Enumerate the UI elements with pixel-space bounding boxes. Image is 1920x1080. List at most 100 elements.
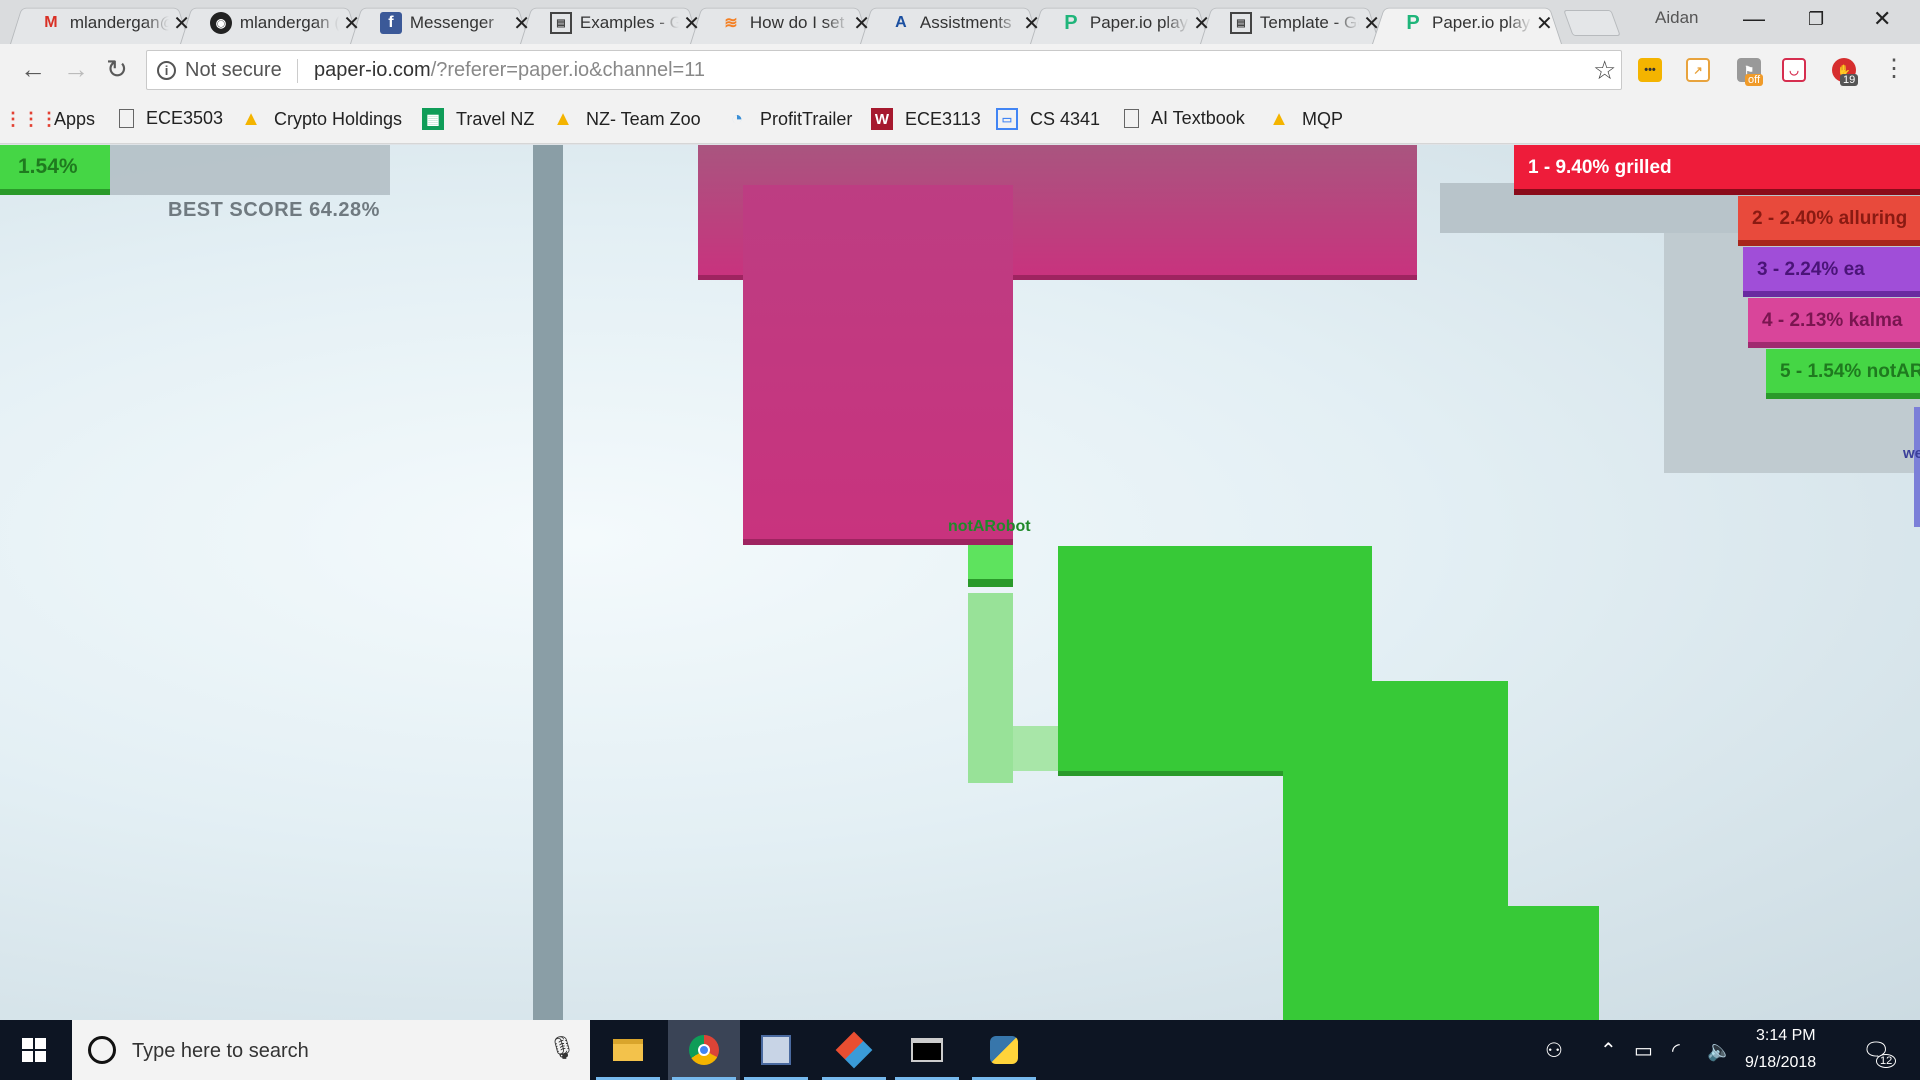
volume-icon[interactable]: 🔈 (1707, 1038, 1732, 1063)
tab-title: Paper.io play (1432, 13, 1531, 32)
url-path: /?referer=paper.io&channel=11 (430, 59, 705, 81)
github-icon: ◉ (210, 12, 232, 34)
forward-icon[interactable]: → (63, 54, 89, 85)
bookmark-ai-textbook[interactable]: AI Textbook (1121, 108, 1245, 129)
microphone-icon[interactable]: 🎙 (548, 1035, 576, 1061)
back-icon[interactable]: ← (20, 54, 46, 85)
close-icon[interactable]: ✕ (1193, 11, 1210, 36)
taskbar-terminal[interactable] (891, 1020, 963, 1080)
tab-title: Assistments (919, 13, 1012, 32)
menu-icon[interactable]: ⋮ (1882, 54, 1906, 83)
bookmark-cs4341[interactable]: ▭ CS 4341 (996, 108, 1100, 130)
clock-time[interactable]: 3:14 PM (1756, 1027, 1816, 1045)
address-bar[interactable]: i Not secure paper-io.com/?referer=paper… (146, 50, 1622, 90)
close-icon[interactable]: ✕ (1536, 11, 1553, 36)
chrome-icon (689, 1035, 719, 1065)
extension-chart-icon[interactable]: ↗ (1686, 58, 1710, 82)
divider (297, 59, 298, 83)
bookmark-travel-nz[interactable]: ▦ Travel NZ (422, 108, 534, 130)
close-icon[interactable]: ✕ (683, 11, 700, 36)
page-icon (1124, 109, 1139, 128)
player-trail (1013, 726, 1058, 771)
python-icon (990, 1036, 1018, 1064)
show-hidden-icons[interactable]: ⌃ (1600, 1038, 1617, 1063)
people-icon[interactable]: ⚇ (1545, 1038, 1563, 1063)
folder-icon (613, 1039, 643, 1061)
cortana-icon[interactable] (88, 1036, 116, 1064)
map-boundary-wall (533, 145, 563, 1020)
taskbar-git[interactable] (818, 1020, 890, 1080)
enemy-territory (743, 185, 1013, 545)
bookmark-profittrailer[interactable]: ◔ ProfitTrailer (726, 108, 852, 130)
profile-name[interactable]: Aidan (1655, 8, 1698, 28)
my-score: 1.54% (0, 145, 110, 195)
tab-paperio-1[interactable]: P Paper.io play ✕ (1030, 2, 1210, 45)
clock-date[interactable]: 9/18/2018 (1745, 1054, 1816, 1072)
close-icon[interactable]: ✕ (343, 11, 360, 36)
security-label[interactable]: Not secure (185, 59, 282, 82)
tab-github[interactable]: ◉ mlandergan (Mark) ✕ (180, 2, 360, 45)
bookmark-crypto-holdings[interactable]: ▲ Crypto Holdings (240, 108, 402, 130)
bookmark-ece3113[interactable]: W ECE3113 (871, 108, 981, 130)
git-icon (835, 1031, 873, 1069)
bookmark-apps[interactable]: ⋮⋮⋮ Apps (4, 108, 96, 130)
tab-template[interactable]: ▤ Template - Google Sheets ✕ (1200, 2, 1380, 45)
tab-gmail[interactable]: M mlandergan@wpi.edu ✕ (10, 2, 190, 45)
battery-icon[interactable]: ▭ (1634, 1038, 1653, 1063)
tab-title: How do I set up (749, 13, 849, 32)
close-icon[interactable]: ✕ (513, 11, 530, 36)
paperio-icon: P (1064, 11, 1078, 34)
drive-icon: ▲ (553, 107, 573, 130)
game-canvas[interactable]: notARobot 1.54% BEST SCORE 64.28% 1 - 9.… (0, 145, 1920, 1020)
wifi-icon[interactable]: ◜ (1672, 1038, 1680, 1063)
taskbar-chrome[interactable] (668, 1020, 740, 1080)
bookmark-mqp[interactable]: ▲ MQP (1268, 108, 1343, 130)
enemy-territory-edge (1914, 407, 1920, 527)
bookmark-nz-team-zoo[interactable]: ▲ NZ- Team Zoo (552, 108, 701, 130)
search-placeholder: Type here to search (132, 1040, 309, 1062)
close-icon[interactable]: ✕ (173, 11, 190, 36)
player-territory (1508, 906, 1599, 1020)
best-score: BEST SCORE 64.28% (168, 199, 380, 221)
tab-examples[interactable]: ▤ Examples - Google Sheets ✕ (520, 2, 700, 45)
bookmark-label: ECE3503 (146, 108, 224, 128)
bookmarks-bar: ⋮⋮⋮ Apps ECE3503 ▲ Crypto Holdings ▦ Tra… (0, 96, 1920, 144)
reload-icon[interactable]: ↻ (106, 54, 128, 85)
tab-messenger[interactable]: f Messenger ✕ (350, 2, 530, 45)
bookmark-label: CS 4341 (1030, 108, 1101, 129)
bookmark-label: Apps (54, 108, 96, 129)
restore-icon[interactable]: ❐ (1808, 9, 1824, 30)
sheets-icon: ▦ (422, 108, 444, 130)
close-icon[interactable]: ✕ (1363, 11, 1380, 36)
taskbar-file-explorer[interactable] (592, 1020, 664, 1080)
bookmark-label: Travel NZ (456, 108, 535, 129)
sheets-icon: ▤ (550, 12, 572, 34)
taskbar-python[interactable] (968, 1020, 1040, 1080)
tab-title: Paper.io play (1089, 13, 1189, 32)
bookmark-ece3503[interactable]: ECE3503 (116, 108, 223, 129)
tab-how-do-i[interactable]: ≋ How do I set up ✕ (690, 2, 870, 45)
new-tab-button[interactable] (1563, 10, 1621, 36)
bookmark-label: NZ- Team Zoo (586, 108, 701, 129)
close-icon[interactable]: ✕ (1023, 11, 1040, 36)
windows-start-icon[interactable] (22, 1038, 46, 1062)
taskbar-app-diagram[interactable] (740, 1020, 812, 1080)
tab-title: Messenger (409, 13, 494, 32)
drive-icon: ▲ (1269, 107, 1289, 130)
assistments-icon: A (895, 14, 907, 31)
info-icon[interactable]: i (157, 61, 176, 80)
bookmark-label: AI Textbook (1151, 108, 1245, 128)
bookmark-label: MQP (1302, 108, 1344, 129)
close-window-icon[interactable]: ✕ (1873, 6, 1891, 32)
tab-assistments[interactable]: A Assistments ✕ (860, 2, 1040, 45)
minimize-icon[interactable]: — (1743, 6, 1765, 32)
close-icon[interactable]: ✕ (853, 11, 870, 36)
tab-paperio-active[interactable]: P Paper.io play ✕ (1372, 2, 1562, 45)
taskbar-search[interactable]: Type here to search 🎙 (72, 1020, 590, 1080)
leaderboard-entry-5: 5 - 1.54% notARobot (1766, 349, 1920, 399)
paperio-icon: P (1406, 11, 1420, 34)
url-text[interactable]: paper-io.com/?referer=paper.io&channel=1… (314, 59, 705, 82)
extension-yellow-icon[interactable]: ••• (1638, 58, 1662, 82)
bookmark-star-icon[interactable]: ☆ (1593, 55, 1616, 86)
extension-pocket-icon[interactable]: ◡ (1782, 58, 1806, 82)
